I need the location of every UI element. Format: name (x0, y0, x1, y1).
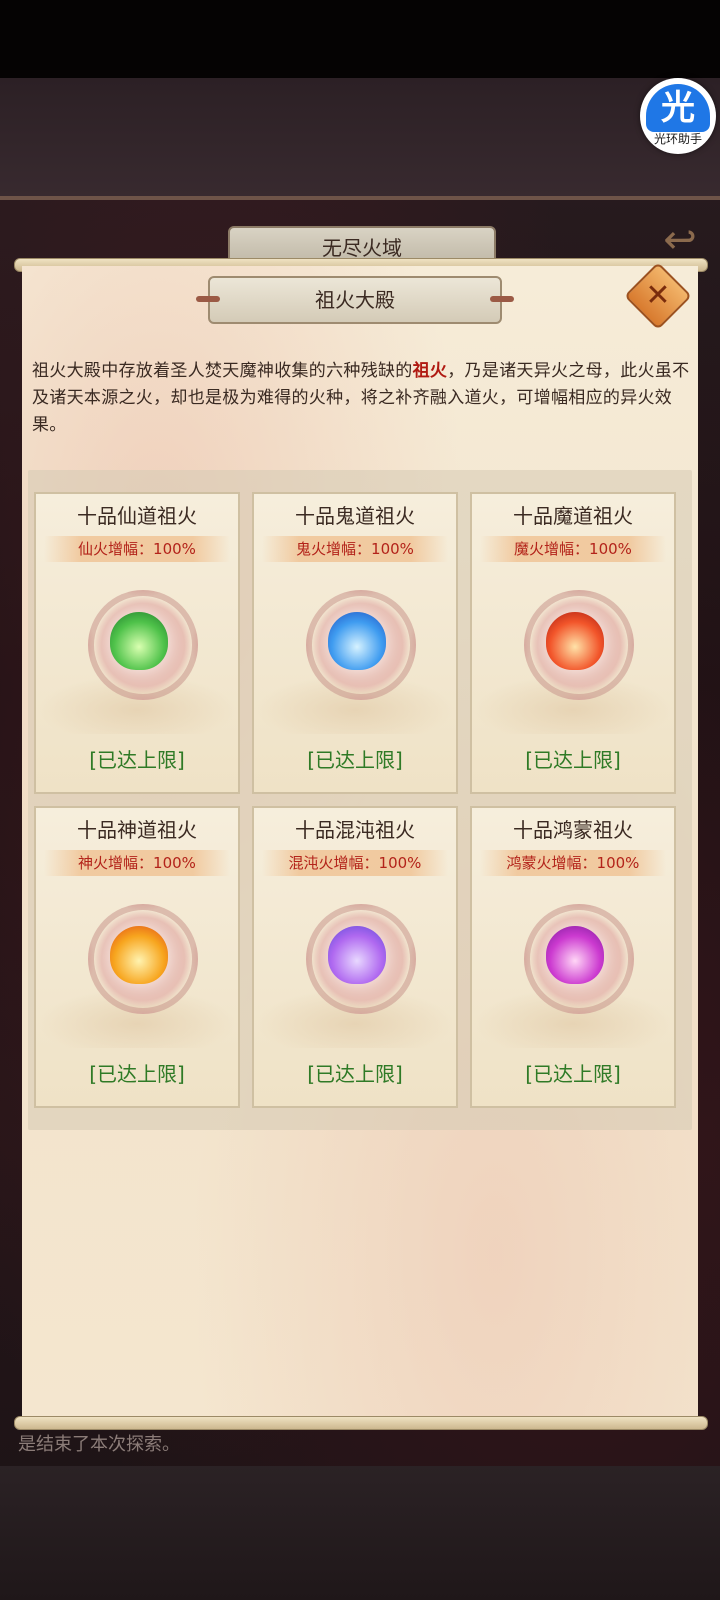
fire-card-divine[interactable]: 十品神道祖火 神火增幅：100% [已达上限] (34, 806, 240, 1108)
assistant-floating-button[interactable]: 光 光环助手 (640, 78, 716, 154)
assistant-label: 光环助手 (653, 132, 702, 146)
violet-flame-icon (328, 926, 386, 984)
fire-name: 十品神道祖火 (77, 818, 197, 842)
back-arrow-icon[interactable]: ↩ (652, 218, 708, 262)
background-header (0, 78, 720, 198)
panel-description: 祖火大殿中存放着圣人焚天魔神收集的六种残缺的祖火，乃是诸天异火之母，此火虽不及诸… (32, 361, 690, 435)
fire-status: [已达上限] (525, 1062, 621, 1086)
exploration-log-text: 是结束了本次探索。 (18, 1434, 180, 1455)
fire-bonus: 鸿蒙火增幅：100% (480, 850, 666, 876)
fire-card-chaos[interactable]: 十品混沌祖火 混沌火增幅：100% [已达上限] (252, 806, 458, 1108)
highlight-ancestor-fire: 祖火 (412, 361, 448, 381)
background-divider (0, 196, 720, 200)
fire-bonus: 混沌火增幅：100% (262, 850, 448, 876)
fire-bonus: 鬼火增幅：100% (262, 536, 448, 562)
assistant-icon: 光 (646, 84, 710, 132)
bottom-bar (0, 1466, 720, 1600)
fire-card-primordial[interactable]: 十品鸿蒙祖火 鸿蒙火增幅：100% [已达上限] (470, 806, 676, 1108)
fire-card-immortal[interactable]: 十品仙道祖火 仙火增幅：100% [已达上限] (34, 492, 240, 794)
blue-flame-icon (328, 612, 386, 670)
fire-name: 十品鬼道祖火 (295, 504, 415, 528)
purple-flame-icon (546, 926, 604, 984)
fire-name: 十品混沌祖火 (295, 818, 415, 842)
status-bar (0, 0, 720, 78)
fire-status: [已达上限] (89, 1062, 185, 1086)
fire-bonus: 魔火增幅：100% (480, 536, 666, 562)
fire-status: [已达上限] (89, 748, 185, 772)
fire-name: 十品魔道祖火 (513, 504, 633, 528)
close-icon[interactable]: ✕ (634, 272, 682, 320)
fire-card-demon[interactable]: 十品魔道祖火 魔火增幅：100% [已达上限] (470, 492, 676, 794)
green-flame-icon (110, 612, 168, 670)
fire-name: 十品鸿蒙祖火 (513, 818, 633, 842)
red-flame-icon (546, 612, 604, 670)
fire-bonus: 神火增幅：100% (44, 850, 230, 876)
fire-status: [已达上限] (525, 748, 621, 772)
fire-bonus: 仙火增幅：100% (44, 536, 230, 562)
scroll-bottom-rod (14, 1416, 708, 1430)
fire-status: [已达上限] (307, 1062, 403, 1086)
panel-title: 祖火大殿 (196, 276, 514, 324)
fire-card-ghost[interactable]: 十品鬼道祖火 鬼火增幅：100% [已达上限] (252, 492, 458, 794)
fire-name: 十品仙道祖火 (77, 504, 197, 528)
fire-status: [已达上限] (307, 748, 403, 772)
golden-flame-icon (110, 926, 168, 984)
